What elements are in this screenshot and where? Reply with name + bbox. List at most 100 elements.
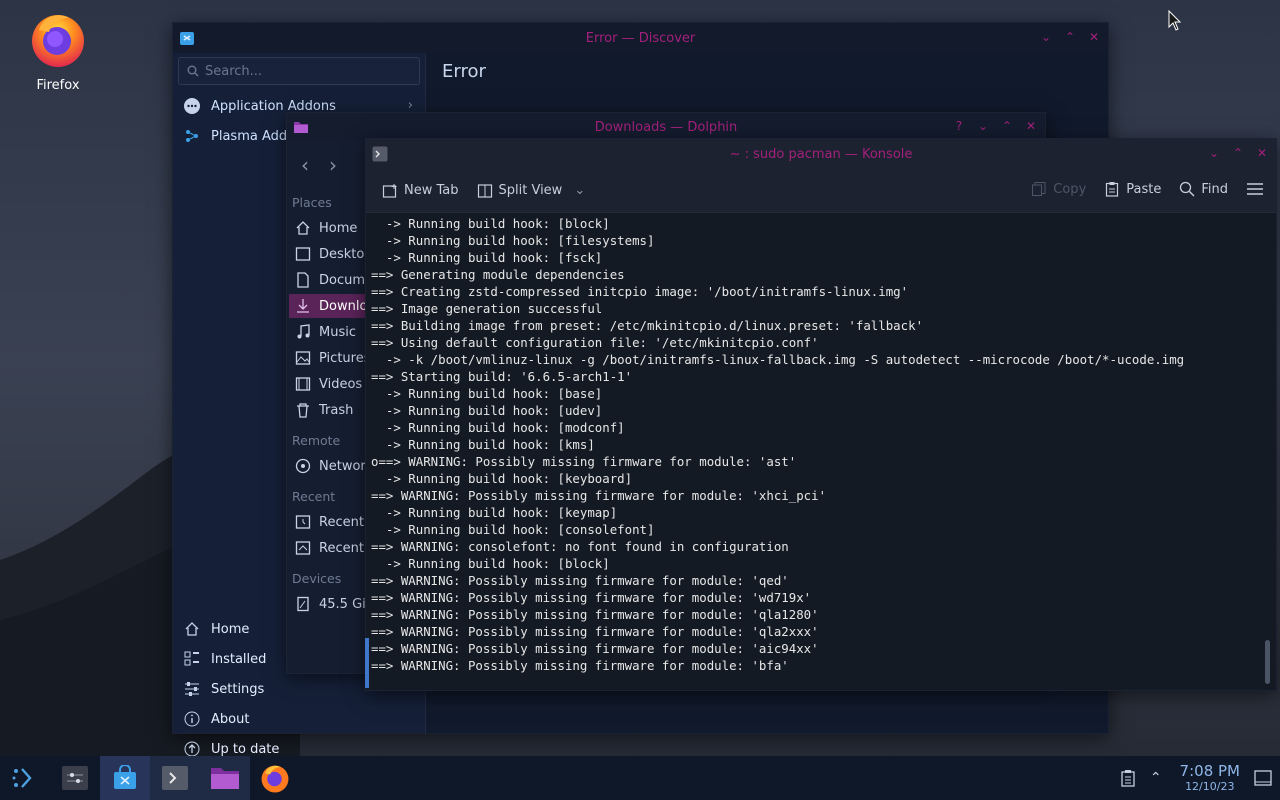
paste-button[interactable]: Paste	[1104, 181, 1161, 197]
place-label: Home	[319, 220, 358, 236]
place-pictures[interactable]: Pictures	[289, 346, 367, 370]
maximize-button[interactable]: ⌃	[1062, 29, 1078, 45]
terminal-line: -> Running build hook: [udev]	[371, 403, 603, 418]
terminal-line: ==> WARNING: consolefont: no font found …	[371, 539, 789, 554]
nav-about[interactable]: About	[173, 705, 425, 733]
folder-app-icon	[294, 122, 308, 133]
close-button[interactable]: ✕	[1254, 145, 1270, 161]
dolphin-titlebar[interactable]: Downloads — Dolphin ? ⌄ ⌃ ✕	[287, 113, 1045, 141]
show-desktop-icon[interactable]	[1254, 770, 1272, 786]
digital-clock[interactable]: 7:08 PM 12/10/23	[1180, 763, 1240, 794]
split-view-button[interactable]: Split View ⌄	[477, 183, 585, 199]
nav-label: Up to date	[211, 741, 280, 757]
section-recent: Recent	[292, 489, 336, 504]
music-icon	[297, 324, 310, 339]
minimize-button[interactable]: ⌄	[975, 118, 991, 134]
copy-button[interactable]: Copy	[1031, 181, 1086, 197]
terminal-line: -> Running build hook: [keyboard]	[371, 471, 633, 486]
search-input[interactable]: Search...	[178, 57, 420, 85]
plasma-icon	[183, 127, 201, 145]
taskbar: ⌃ 7:08 PM 12/10/23	[0, 756, 1280, 800]
split-view-icon	[477, 183, 492, 198]
place-label: Recent Locations	[319, 540, 367, 556]
terminal-line: -> Running build hook: [fsck]	[371, 250, 603, 265]
section-devices: Devices	[292, 571, 342, 586]
place-recent-files[interactable]: Recent Files	[289, 510, 367, 534]
task-system-settings[interactable]	[50, 756, 100, 800]
place-recent-locations[interactable]: Recent Locations	[289, 536, 367, 560]
find-button[interactable]: Find	[1179, 181, 1228, 197]
window-title: Error — Discover	[585, 30, 696, 46]
places-panel: ‹ › Places Home Desktop Documents Downlo…	[287, 141, 367, 673]
tray-expand-chevron-icon[interactable]: ⌃	[1150, 770, 1162, 786]
section-remote: Remote	[292, 433, 341, 448]
desktop-firefox-icon[interactable]: Firefox	[22, 10, 94, 93]
konsole-toolbar: New Tab Split View ⌄ Copy Paste Find	[366, 169, 1276, 213]
window-title: ~ : sudo pacman — Konsole	[729, 146, 913, 162]
task-discover[interactable]	[100, 756, 150, 800]
app-launcher-button[interactable]	[0, 756, 50, 800]
terminal-line: ==> Building image from preset: /etc/mki…	[371, 318, 924, 333]
device-disk[interactable]: 45.5 GiB	[289, 592, 367, 616]
minimize-button[interactable]: ⌄	[1038, 29, 1054, 45]
place-desktop[interactable]: Desktop	[289, 242, 367, 266]
forward-arrow-icon[interactable]: ›	[329, 153, 337, 177]
konsole-titlebar[interactable]: ~ : sudo pacman — Konsole ⌄ ⌃ ✕	[366, 139, 1276, 169]
find-label: Find	[1201, 181, 1228, 197]
place-label: Downloads	[319, 298, 367, 314]
nav-label: Home	[211, 621, 250, 637]
maximize-button[interactable]: ⌃	[999, 118, 1015, 134]
mouse-cursor-icon	[1168, 10, 1182, 31]
terminal-line: ==> WARNING: Possibly missing firmware f…	[371, 590, 812, 605]
back-arrow-icon[interactable]: ‹	[301, 153, 309, 177]
discover-bag-icon	[114, 765, 136, 789]
new-tab-button[interactable]: New Tab	[382, 183, 459, 199]
recent-locations-icon	[295, 541, 311, 555]
new-tab-label: New Tab	[404, 183, 459, 198]
terminal-line: -> Running build hook: [keymap]	[371, 505, 618, 520]
close-button[interactable]: ✕	[1023, 118, 1039, 134]
place-home[interactable]: Home	[289, 216, 367, 240]
task-konsole[interactable]	[150, 756, 200, 800]
clipboard-tray-icon[interactable]	[1120, 769, 1136, 787]
place-documents[interactable]: Documents	[289, 268, 367, 292]
place-trash[interactable]: Trash	[289, 398, 367, 422]
hamburger-menu-icon[interactable]	[1246, 181, 1264, 197]
task-firefox[interactable]	[250, 756, 300, 800]
place-music[interactable]: Music	[289, 320, 367, 344]
terminal-line: ==> WARNING: Possibly missing firmware f…	[371, 624, 819, 639]
terminal-line: -> -k /boot/vmlinuz-linux -g /boot/initr…	[371, 352, 1185, 367]
maximize-button[interactable]: ⌃	[1230, 145, 1246, 161]
place-downloads[interactable]: Downloads	[289, 294, 367, 318]
section-places: Places	[292, 195, 332, 210]
nav-label: About	[211, 711, 250, 727]
discover-app-icon	[180, 32, 194, 45]
terminal-line: o==> WARNING: Possibly missing firmware …	[371, 454, 797, 469]
minimize-button[interactable]: ⌄	[1206, 145, 1222, 161]
installed-grid-icon	[183, 650, 201, 668]
terminal-line: -> Running build hook: [filesystems]	[371, 233, 655, 248]
terminal-icon	[162, 766, 188, 790]
place-label: Documents	[319, 272, 367, 288]
home-icon	[183, 620, 201, 638]
help-button[interactable]: ?	[951, 118, 967, 134]
terminal-line: -> Running build hook: [block]	[371, 556, 610, 571]
place-label: Network	[319, 458, 367, 474]
copy-label: Copy	[1053, 181, 1087, 197]
scrollbar-thumb[interactable]	[1265, 640, 1270, 684]
discover-titlebar[interactable]: Error — Discover ⌄ ⌃ ✕	[173, 23, 1108, 53]
place-network[interactable]: Network	[289, 454, 367, 478]
close-button[interactable]: ✕	[1086, 29, 1102, 45]
chevron-right-icon: ›	[407, 98, 413, 113]
terminal-output[interactable]: -> Running build hook: [block] -> Runnin…	[366, 214, 1276, 690]
task-dolphin[interactable]	[200, 756, 250, 800]
disk-icon	[297, 596, 309, 612]
focus-accent	[365, 638, 369, 688]
place-videos[interactable]: Videos	[289, 372, 367, 396]
clipboard-icon	[1106, 182, 1119, 197]
terminal-line: ==> Creating zstd-compressed initcpio im…	[371, 284, 909, 299]
firefox-icon	[261, 765, 289, 793]
terminal-line: -> Running build hook: [base]	[371, 386, 603, 401]
firefox-icon	[32, 15, 84, 67]
system-tray: ⌃ 7:08 PM 12/10/23	[1120, 756, 1280, 800]
